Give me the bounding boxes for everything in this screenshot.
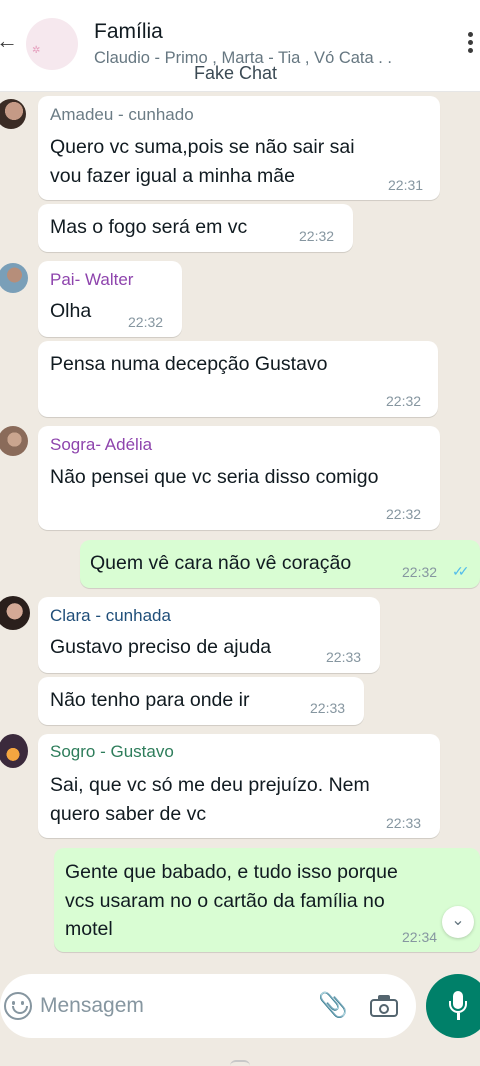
message-text: Mas o fogo será em vc	[50, 216, 248, 238]
message-text: vou fazer igual a minha mãe	[50, 165, 295, 187]
message-time: 22:34	[402, 929, 438, 945]
paperclip-icon[interactable]: 📎	[318, 993, 348, 1019]
more-options-icon[interactable]	[462, 32, 478, 58]
watermark: Fake Chat	[194, 63, 278, 83]
message-sender: Sogra- Adélia	[50, 435, 153, 454]
home-indicator	[230, 1060, 250, 1066]
message-bubble[interactable]: Sogra- Adélia Não pensei que vc seria di…	[38, 426, 440, 530]
message-text: Pensa numa decepção Gustavo	[50, 353, 328, 375]
message-text: Não tenho para onde ir	[50, 689, 250, 711]
message-time: 22:32	[128, 314, 164, 330]
camera-icon[interactable]	[370, 995, 398, 1017]
chat-header: ← Família Claudio - Primo , Marta - Tia …	[0, 0, 480, 92]
message-sender: Clara - cunhada	[50, 606, 171, 625]
message-time: 22:33	[326, 649, 362, 665]
message-time: 22:33	[310, 700, 346, 716]
avatar-adelia[interactable]	[0, 426, 28, 456]
read-receipt-icon: ✓✓	[452, 563, 470, 579]
message-composer: 📎	[0, 974, 416, 1038]
message-text: vcs usaram no o cartão da família no	[65, 890, 385, 912]
message-text: motel	[65, 918, 113, 940]
message-bubble[interactable]: Pensa numa decepção Gustavo 22:32	[38, 341, 438, 417]
message-text: Quero vc suma,pois se não sair sai	[50, 136, 355, 158]
message-sender: Amadeu - cunhado	[50, 105, 194, 124]
avatar-amadeu[interactable]	[0, 99, 26, 129]
message-input[interactable]	[40, 992, 300, 1020]
message-bubble[interactable]: Sogro - Gustavo Sai, que vc só me deu pr…	[38, 734, 440, 838]
message-bubble[interactable]: Amadeu - cunhado Quero vc suma,pois se n…	[38, 96, 440, 200]
message-sender: Sogro - Gustavo	[50, 742, 174, 761]
scroll-down-chevron-icon[interactable]: ⌄	[442, 906, 474, 938]
message-text: Quem vê cara não vê coração	[90, 552, 352, 574]
avatar-clara[interactable]	[0, 596, 30, 630]
message-time: 22:32	[402, 564, 438, 580]
message-text: quero saber de vc	[50, 803, 207, 825]
message-time: 22:31	[388, 177, 424, 193]
message-text: Gustavo preciso de ajuda	[50, 636, 272, 658]
message-time: 22:32	[386, 506, 422, 522]
avatar-walter[interactable]	[0, 263, 28, 293]
avatar-gustavo[interactable]	[0, 734, 28, 768]
message-bubble[interactable]: Mas o fogo será em vc 22:32	[38, 204, 353, 252]
group-avatar[interactable]	[26, 18, 78, 70]
message-sender: Pai- Walter	[50, 270, 134, 289]
message-text: Gente que babado, e tudo isso porque	[65, 861, 398, 883]
message-bubble[interactable]: Clara - cunhada Gustavo preciso de ajuda…	[38, 597, 380, 673]
chat-title[interactable]: Família	[94, 20, 163, 44]
microphone-button[interactable]	[426, 974, 480, 1038]
message-bubble[interactable]: Pai- Walter Olha 22:32	[38, 261, 182, 337]
message-bubble[interactable]: Não tenho para onde ir 22:33	[38, 677, 364, 725]
message-text: Não pensei que vc seria disso comigo	[50, 466, 379, 488]
message-bubble-outgoing[interactable]: Gente que babado, e tudo isso porque vcs…	[54, 848, 480, 952]
message-text: Sai, que vc só me deu prejuízo. Nem	[50, 774, 370, 796]
message-bubble-outgoing[interactable]: Quem vê cara não vê coração 22:32 ✓✓	[80, 540, 480, 588]
message-time: 22:32	[299, 228, 335, 244]
message-text: Olha	[50, 300, 92, 322]
back-arrow-icon[interactable]: ←	[0, 30, 18, 52]
message-time: 22:33	[386, 815, 422, 831]
emoji-icon[interactable]	[4, 992, 32, 1020]
message-time: 22:32	[386, 393, 422, 409]
